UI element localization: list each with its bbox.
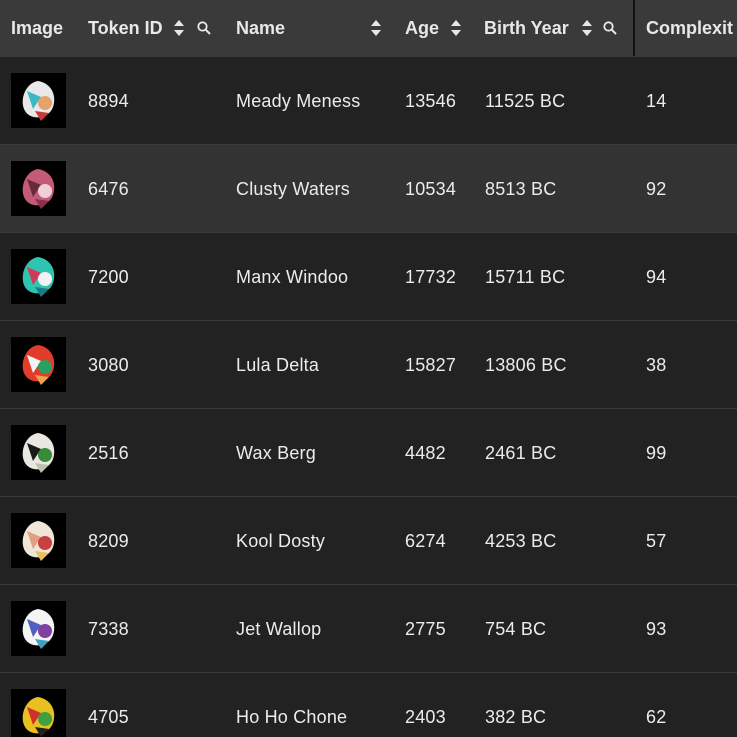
token-id-cell: 4705 <box>88 706 129 727</box>
token-id-cell: 7338 <box>88 618 129 639</box>
column-header-age[interactable]: Age <box>405 0 462 56</box>
token-id-cell: 2516 <box>88 442 129 463</box>
column-header-complexity-label: Complexit <box>646 17 734 38</box>
column-header-name[interactable]: Name <box>236 0 285 56</box>
token-thumbnail-image <box>11 513 66 568</box>
age-cell: 10534 <box>405 178 457 199</box>
table-row[interactable]: 3080 Lula Delta 15827 13806 BC 38 <box>0 320 737 408</box>
age-cell: 15827 <box>405 354 457 375</box>
table-row[interactable]: 7338 Jet Wallop 2775 754 BC 93 <box>0 584 737 672</box>
column-header-token-id-label: Token ID <box>88 17 163 38</box>
token-id-cell: 6476 <box>88 178 129 199</box>
birth-year-cell: 2461 BC <box>485 442 557 463</box>
age-cell: 4482 <box>405 442 446 463</box>
birth-year-cell: 11525 BC <box>485 90 566 111</box>
name-cell: Ho Ho Chone <box>236 706 348 727</box>
name-cell: Clusty Waters <box>236 178 350 199</box>
birth-year-cell: 754 BC <box>485 618 547 639</box>
table-row[interactable]: 2516 Wax Berg 4482 2461 BC 99 <box>0 408 737 496</box>
complexity-cell: 99 <box>646 442 667 463</box>
column-resize-handle[interactable] <box>633 0 635 56</box>
table-row[interactable]: 6476 Clusty Waters 10534 8513 BC 92 <box>0 144 737 232</box>
age-cell: 2775 <box>405 618 446 639</box>
table-header: Image Token ID Name Age Birth Year Compl… <box>0 0 737 57</box>
sort-icon[interactable] <box>370 19 382 37</box>
column-header-birth-year[interactable]: Birth Year <box>484 0 617 56</box>
complexity-cell: 92 <box>646 178 667 199</box>
table-row[interactable]: 8209 Kool Dosty 6274 4253 BC 57 <box>0 496 737 584</box>
search-icon[interactable] <box>603 21 617 35</box>
complexity-cell: 38 <box>646 354 667 375</box>
age-cell: 17732 <box>405 266 457 287</box>
table-row[interactable]: 7200 Manx Windoo 17732 15711 BC 94 <box>0 232 737 320</box>
age-cell: 6274 <box>405 530 446 551</box>
sort-icon[interactable] <box>173 19 185 37</box>
name-cell: Jet Wallop <box>236 618 322 639</box>
token-id-cell: 8209 <box>88 530 129 551</box>
column-header-image: Image <box>11 0 63 56</box>
complexity-cell: 57 <box>646 530 667 551</box>
table-row[interactable]: 8894 Meady Meness 13546 11525 BC 14 <box>0 56 737 144</box>
complexity-cell: 62 <box>646 706 667 727</box>
data-table: Image Token ID Name Age Birth Year Compl… <box>0 0 737 737</box>
name-cell: Wax Berg <box>236 442 316 463</box>
token-thumbnail-image <box>11 337 66 392</box>
complexity-cell: 14 <box>646 90 667 111</box>
birth-year-cell: 15711 BC <box>485 266 566 287</box>
name-cell: Manx Windoo <box>236 266 349 287</box>
table-row[interactable]: 4705 Ho Ho Chone 2403 382 BC 62 <box>0 672 737 737</box>
birth-year-cell: 382 BC <box>485 706 547 727</box>
complexity-cell: 94 <box>646 266 667 287</box>
column-header-age-label: Age <box>405 17 440 38</box>
token-id-cell: 8894 <box>88 90 129 111</box>
search-icon[interactable] <box>197 21 211 35</box>
complexity-cell: 93 <box>646 618 667 639</box>
birth-year-cell: 8513 BC <box>485 178 557 199</box>
birth-year-cell: 13806 BC <box>485 354 567 375</box>
token-id-cell: 3080 <box>88 354 129 375</box>
token-thumbnail-image <box>11 73 66 128</box>
name-cell: Meady Meness <box>236 90 361 111</box>
birth-year-cell: 4253 BC <box>485 530 557 551</box>
column-header-complexity[interactable]: Complexit <box>646 0 733 56</box>
sort-icon[interactable] <box>581 19 593 37</box>
token-thumbnail-image <box>11 689 66 737</box>
column-header-image-label: Image <box>11 17 64 38</box>
sort-icon[interactable] <box>450 19 462 37</box>
token-thumbnail-image <box>11 601 66 656</box>
age-cell: 2403 <box>405 706 446 727</box>
name-cell: Lula Delta <box>236 354 320 375</box>
column-header-token-id[interactable]: Token ID <box>88 0 211 56</box>
token-thumbnail-image <box>11 249 66 304</box>
name-cell: Kool Dosty <box>236 530 326 551</box>
token-thumbnail-image <box>11 161 66 216</box>
column-header-birth-year-label: Birth Year <box>484 17 569 38</box>
token-thumbnail-image <box>11 425 66 480</box>
token-id-cell: 7200 <box>88 266 129 287</box>
age-cell: 13546 <box>405 90 457 111</box>
column-header-name-label: Name <box>236 17 286 38</box>
